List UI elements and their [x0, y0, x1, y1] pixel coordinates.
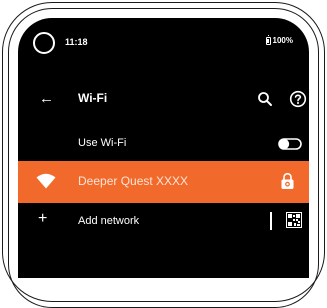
back-arrow-icon[interactable]: ← — [39, 90, 54, 108]
use-wifi-row[interactable]: Use Wi-Fi — [18, 124, 309, 164]
wifi-toggle-switch[interactable] — [278, 138, 302, 150]
lock-icon — [281, 172, 294, 189]
battery-icon — [265, 35, 271, 45]
toolbar: ← Wi-Fi — [18, 80, 309, 120]
add-network-label: Add network — [78, 215, 140, 227]
page-title: Wi-Fi — [78, 91, 108, 105]
plus-icon: + — [38, 210, 48, 227]
help-icon[interactable] — [289, 90, 307, 108]
use-wifi-label: Use Wi-Fi — [78, 137, 127, 149]
qr-code-scan-icon[interactable] — [286, 212, 302, 228]
wifi-signal-icon — [36, 173, 56, 189]
device-screen: 11:18 100% ← Wi-Fi Use Wi-Fi Deeper Ques… — [18, 18, 309, 278]
network-item[interactable]: Deeper Quest XXXX — [18, 161, 309, 203]
camera-cutout-icon — [33, 32, 55, 54]
divider — [270, 212, 272, 230]
status-bar: 11:18 100% — [18, 18, 309, 62]
network-ssid: Deeper Quest XXXX — [78, 174, 189, 188]
status-time: 11:18 — [65, 37, 88, 47]
add-network-row[interactable]: + Add network — [18, 202, 309, 242]
battery-indicator: 100% — [265, 35, 293, 45]
battery-level: 100% — [272, 36, 293, 45]
search-icon[interactable] — [256, 90, 274, 108]
